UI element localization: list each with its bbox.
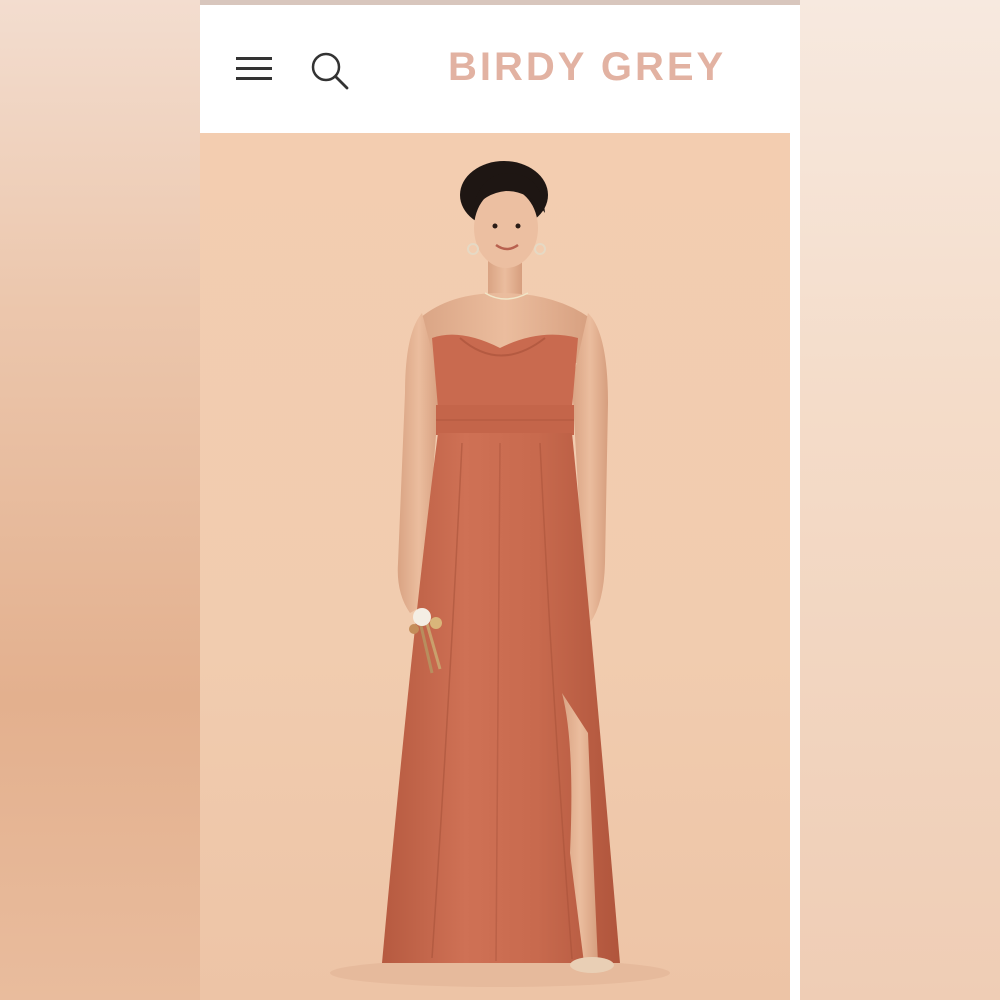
product-hero-image[interactable] <box>200 133 790 1000</box>
blurred-background-right <box>800 0 1000 1000</box>
brand-logo[interactable]: BIRDY GREY <box>448 45 726 90</box>
model-photo <box>330 161 670 987</box>
site-header: BIRDY GREY <box>200 5 800 133</box>
hamburger-menu-icon[interactable] <box>236 53 274 85</box>
search-icon[interactable] <box>308 49 352 93</box>
blurred-background-left <box>0 0 200 1000</box>
mobile-screen: BIRDY GREY <box>200 0 800 1000</box>
hero-right-margin <box>790 133 800 1000</box>
